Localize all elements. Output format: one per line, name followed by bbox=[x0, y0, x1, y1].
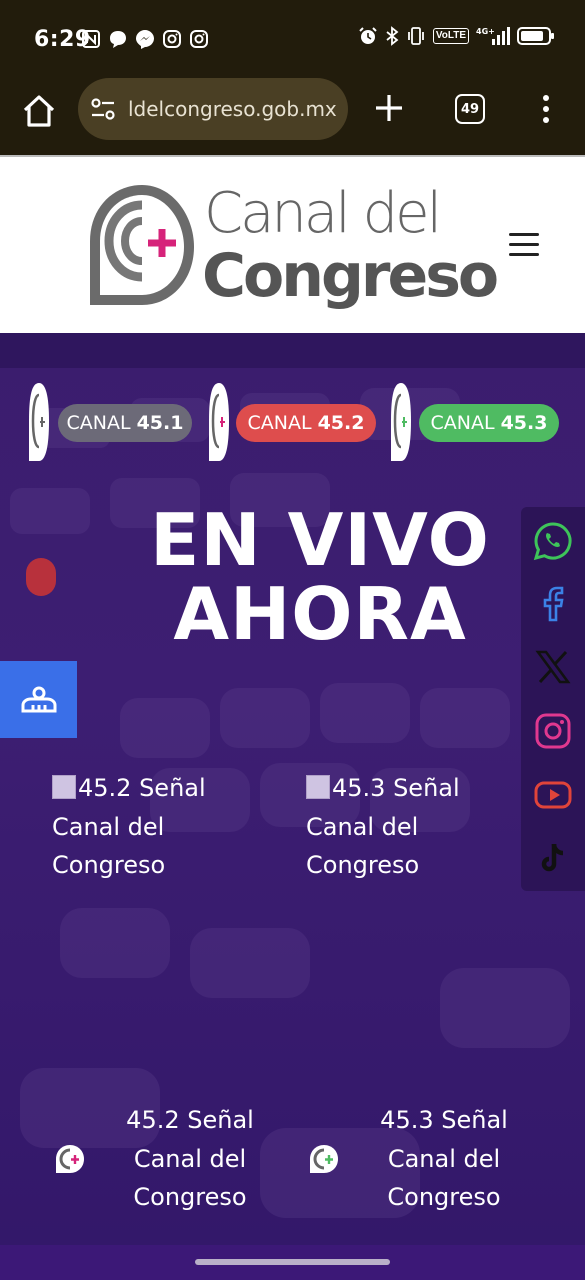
canal-congreso-small-logo-icon bbox=[310, 1145, 338, 1173]
live-indicator-dot bbox=[26, 558, 56, 596]
status-bar: 6:29 VoLTE 4G+ bbox=[0, 0, 585, 78]
system-icons: VoLTE 4G+ bbox=[358, 26, 555, 46]
signal-link-line2: Canal del bbox=[133, 1144, 247, 1173]
plus-icon bbox=[376, 95, 402, 121]
menu-icon bbox=[509, 253, 539, 256]
volte-badge: VoLTE bbox=[432, 28, 469, 44]
system-navigation-bar bbox=[0, 1245, 585, 1280]
broken-image-icon bbox=[52, 775, 76, 799]
live-hero-section: CANAL 45.1 CANAL 45.2 CANAL 45.3 EN VIVO AH… bbox=[0, 333, 585, 1245]
channel-label: CANAL bbox=[66, 412, 131, 434]
signal-link-line3: Congreso bbox=[133, 1183, 247, 1211]
channel-45-2-button[interactable]: CANAL 45.2 bbox=[236, 404, 376, 442]
signal-link-line1: 45.3 Señal bbox=[380, 1106, 508, 1134]
signal-4g-icon: 4G+ bbox=[476, 26, 510, 46]
x-icon[interactable] bbox=[533, 647, 573, 687]
signal-45-3-link[interactable]: 45.3 Señal Canal del Congreso bbox=[306, 1101, 546, 1221]
youtube-icon[interactable] bbox=[533, 775, 573, 815]
channel-number: 45.3 bbox=[500, 412, 548, 434]
address-bar[interactable]: ldelcongreso.gob.mx bbox=[78, 78, 348, 140]
new-tab-button[interactable] bbox=[373, 92, 405, 124]
site-header: Canal del Congreso bbox=[0, 155, 585, 333]
canal-congreso-small-logo-icon bbox=[56, 1145, 84, 1173]
channel-logo-icon bbox=[391, 383, 411, 461]
bluetooth-icon bbox=[385, 26, 399, 46]
image-alt-line2: Canal del bbox=[52, 812, 165, 841]
signal-link-label: 45.2 Señal Canal del Congreso bbox=[120, 1101, 260, 1217]
instagram-icon[interactable] bbox=[533, 711, 573, 751]
browser-menu-button[interactable] bbox=[535, 94, 557, 124]
home-icon bbox=[23, 95, 55, 127]
menu-icon bbox=[509, 243, 539, 246]
channel-number: 45.2 bbox=[317, 412, 365, 434]
site-logo[interactable]: Canal del Congreso bbox=[86, 179, 499, 319]
nfc-icon bbox=[80, 28, 101, 49]
gesture-handle[interactable] bbox=[195, 1259, 390, 1265]
image-alt-line1: 45.3 Señal bbox=[332, 774, 460, 802]
url-text[interactable]: ldelcongreso.gob.mx bbox=[128, 97, 337, 121]
menu-icon bbox=[509, 233, 539, 236]
social-share-bar bbox=[521, 507, 585, 891]
channel-label: CANAL bbox=[430, 412, 495, 434]
site-settings-icon[interactable] bbox=[88, 94, 118, 124]
image-alt-line3: Congreso bbox=[52, 851, 166, 879]
home-button[interactable] bbox=[20, 92, 58, 130]
facebook-icon[interactable] bbox=[533, 584, 573, 624]
live-title-line2: AHORA bbox=[173, 572, 467, 656]
more-vert-icon bbox=[543, 95, 549, 123]
tiktok-icon[interactable] bbox=[533, 839, 573, 879]
instagram-icon bbox=[161, 28, 182, 49]
live-now-title: EN VIVO AHORA bbox=[125, 503, 515, 651]
accessibility-button[interactable] bbox=[0, 661, 77, 738]
signal-link-line1: 45.2 Señal bbox=[126, 1106, 254, 1134]
accessibility-icon bbox=[21, 686, 56, 712]
channel-label: CANAL bbox=[247, 412, 312, 434]
live-title-line1: EN VIVO bbox=[150, 498, 490, 582]
signal-45-3-image[interactable]: 45.3 Señal Canal del Congreso bbox=[306, 769, 506, 885]
alarm-icon bbox=[358, 26, 378, 46]
whatsapp-icon[interactable] bbox=[533, 521, 573, 561]
svg-text:4G+: 4G+ bbox=[476, 27, 495, 36]
logo-text-line1: Canal del bbox=[204, 181, 442, 246]
messenger-icon bbox=[134, 28, 155, 49]
vibrate-icon bbox=[406, 26, 426, 46]
notification-icons bbox=[80, 28, 209, 49]
image-alt-line2: Canal del bbox=[306, 812, 419, 841]
signal-45-2-image[interactable]: 45.2 Señal Canal del Congreso bbox=[52, 769, 252, 885]
hero-top-band bbox=[0, 333, 585, 368]
canal-congreso-logo-icon bbox=[90, 185, 194, 305]
signal-45-2-link[interactable]: 45.2 Señal Canal del Congreso bbox=[52, 1101, 292, 1221]
image-alt-line3: Congreso bbox=[306, 851, 420, 879]
tab-switcher-button[interactable]: 49 bbox=[455, 94, 485, 124]
hamburger-menu-button[interactable] bbox=[509, 233, 539, 259]
battery-icon bbox=[517, 26, 555, 46]
instagram-icon bbox=[188, 28, 209, 49]
channel-number: 45.1 bbox=[136, 412, 184, 434]
messages-icon bbox=[107, 28, 128, 49]
browser-toolbar: ldelcongreso.gob.mx 49 bbox=[0, 78, 585, 155]
image-alt-line1: 45.2 Señal bbox=[78, 774, 206, 802]
signal-link-line3: Congreso bbox=[387, 1183, 501, 1211]
channel-selector: CANAL 45.1 CANAL 45.2 CANAL 45.3 bbox=[0, 381, 585, 465]
logo-text-line2: Congreso bbox=[202, 241, 499, 311]
signal-link-label: 45.3 Señal Canal del Congreso bbox=[374, 1101, 514, 1217]
channel-logo-icon bbox=[209, 383, 229, 461]
channel-45-3-button[interactable]: CANAL 45.3 bbox=[419, 404, 559, 442]
signal-link-line2: Canal del bbox=[387, 1144, 501, 1173]
channel-logo-icon bbox=[29, 383, 49, 461]
broken-image-icon bbox=[306, 775, 330, 799]
channel-45-1-button[interactable]: CANAL 45.1 bbox=[58, 404, 192, 442]
